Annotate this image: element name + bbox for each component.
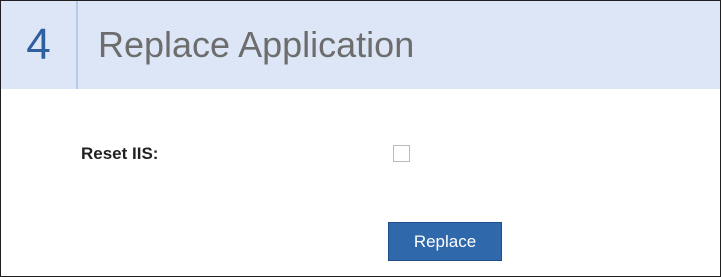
reset-iis-label: Reset IIS: — [81, 144, 159, 163]
replace-application-panel: 4 Replace Application Reset IIS: Replace — [0, 0, 721, 277]
reset-iis-checkbox[interactable] — [393, 145, 410, 162]
step-number: 4 — [1, 1, 78, 89]
replace-button[interactable]: Replace — [388, 222, 502, 261]
section-title: Replace Application — [98, 24, 415, 65]
section-header: 4 Replace Application — [1, 1, 720, 89]
